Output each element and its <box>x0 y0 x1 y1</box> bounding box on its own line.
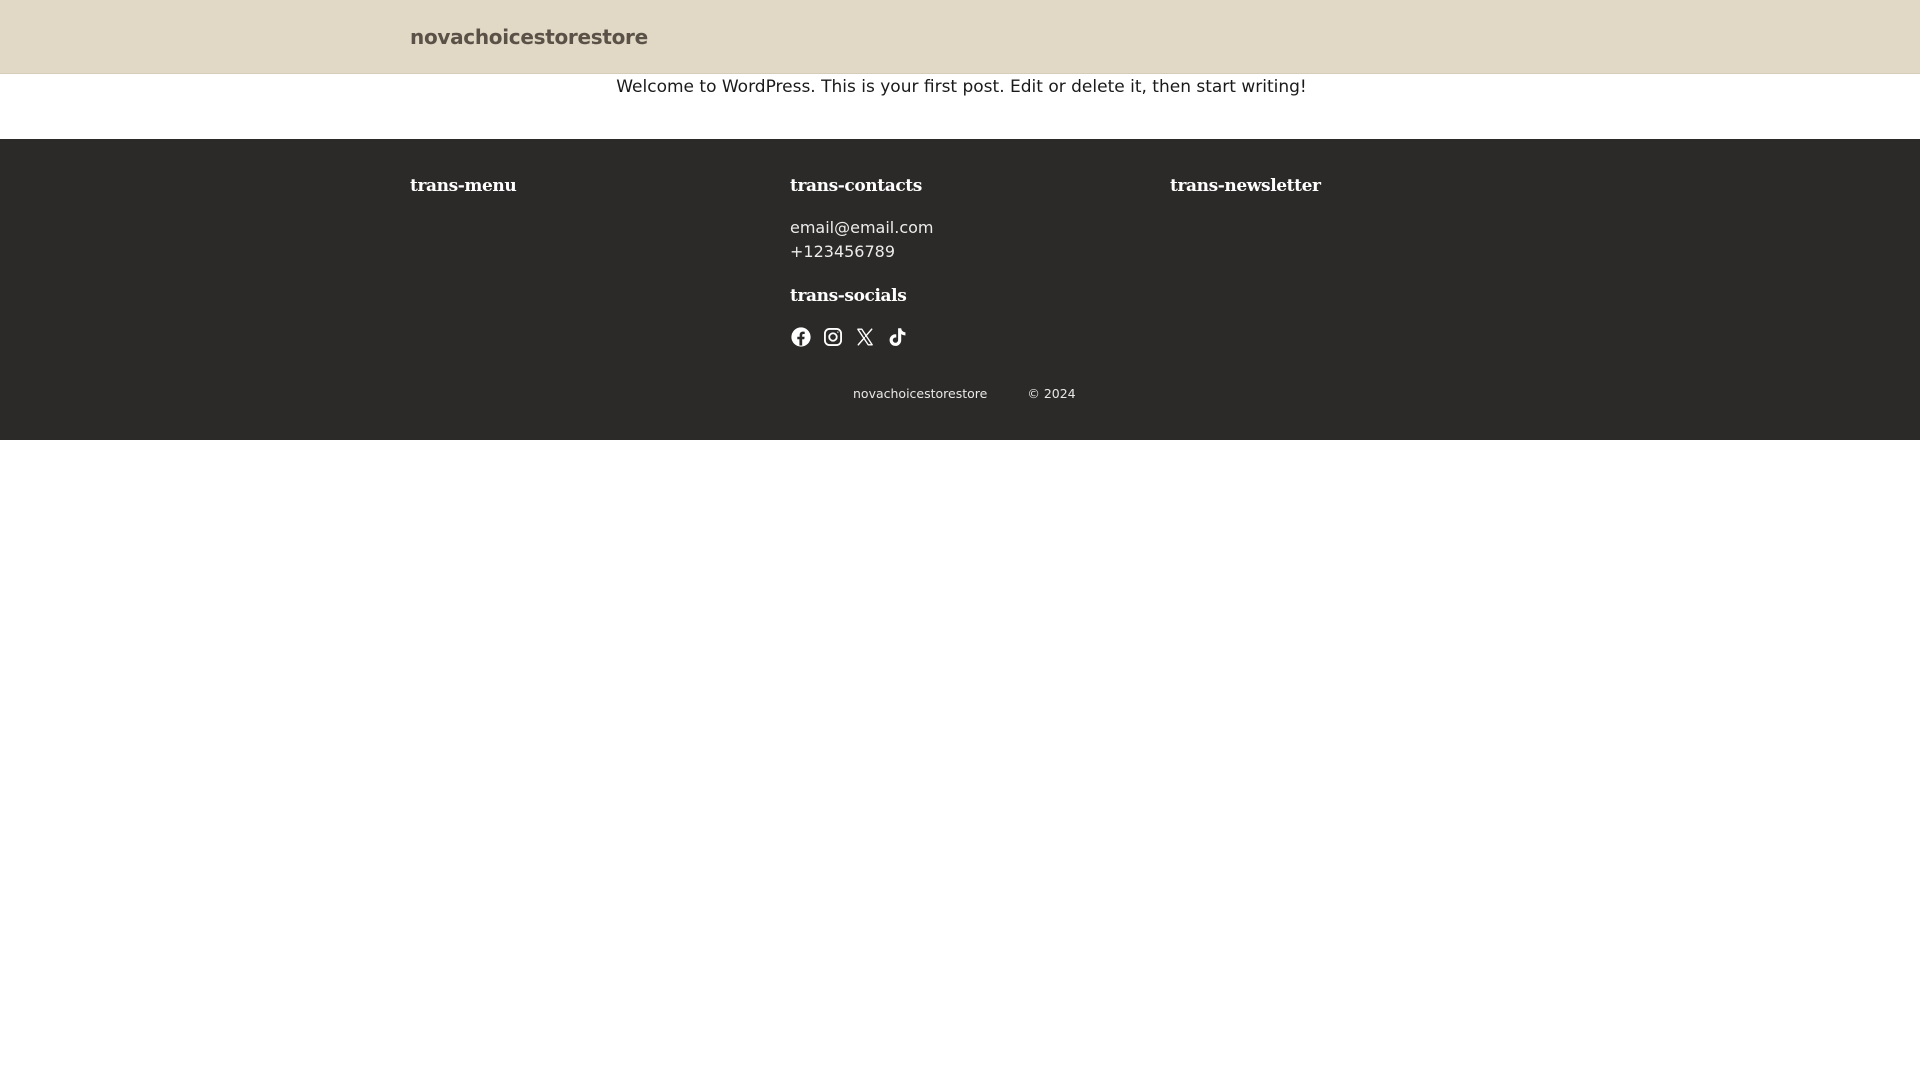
footer-bottom-bar: novachoicestorestore © 2024 <box>853 386 1076 401</box>
facebook-icon[interactable] <box>790 326 812 348</box>
footer-newsletter-heading: trans-newsletter <box>1170 176 1321 196</box>
footer-contacts-heading: trans-contacts <box>790 176 922 196</box>
tiktok-icon[interactable] <box>886 326 908 348</box>
contact-email-link[interactable]: email@email.com <box>790 218 934 237</box>
site-footer: trans-menu trans-contacts trans-newslett… <box>0 139 1920 440</box>
site-title-link[interactable]: novachoicestorestore <box>410 25 648 49</box>
footer-menu-heading: trans-menu <box>410 176 517 196</box>
site-header: novachoicestorestore <box>0 0 1920 74</box>
footer-site-name-link[interactable]: novachoicestorestore <box>853 386 987 401</box>
post-text: Welcome to WordPress. This is your first… <box>616 77 1307 97</box>
instagram-icon[interactable] <box>822 326 844 348</box>
post-content: Welcome to WordPress. This is your first… <box>0 74 1920 139</box>
x-icon[interactable] <box>854 326 876 348</box>
social-links <box>790 326 908 348</box>
copyright-text: © 2024 <box>1027 386 1076 401</box>
contact-phone-link[interactable]: +123456789 <box>790 242 895 261</box>
footer-socials-heading: trans-socials <box>790 286 907 306</box>
